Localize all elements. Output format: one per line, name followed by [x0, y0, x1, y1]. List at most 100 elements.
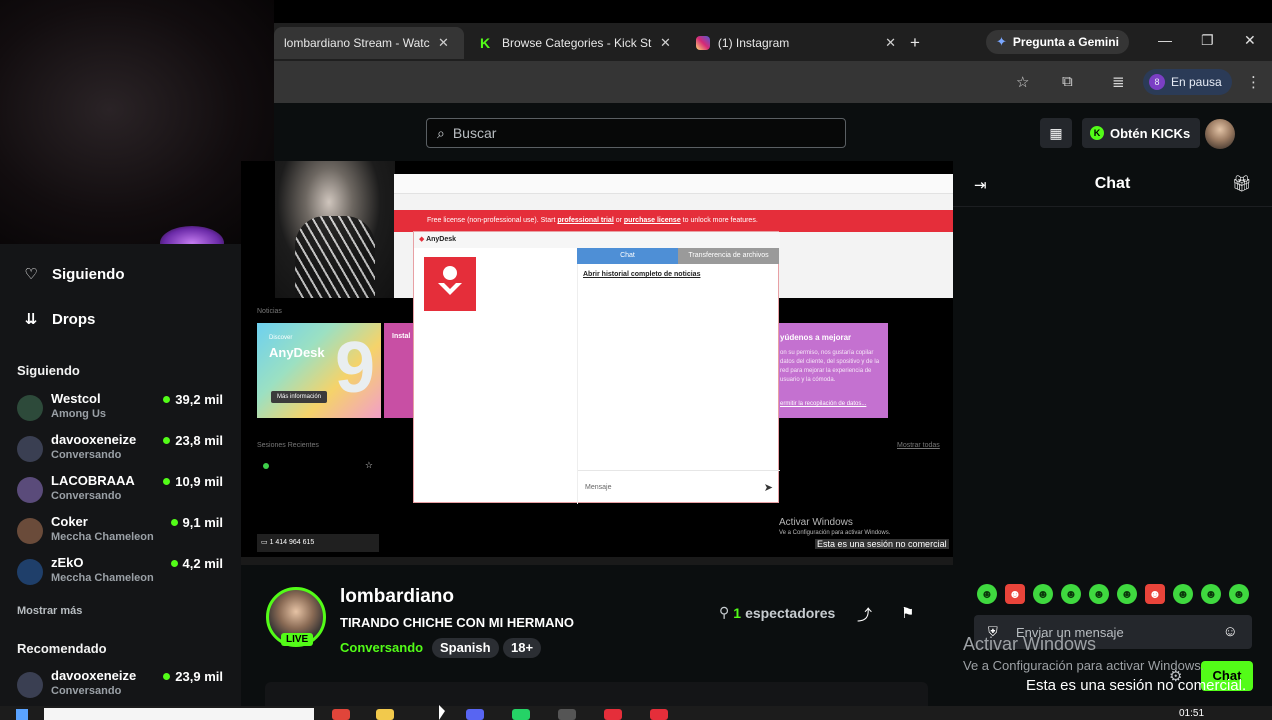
close-window-icon[interactable]: ✕ — [1244, 32, 1256, 49]
new-tab-button[interactable]: + — [910, 33, 920, 53]
tab-title: lombardiano Stream - Watch l — [284, 36, 430, 50]
promo-link[interactable]: ermitir la recopilación de datos... — [780, 401, 866, 407]
media-controls-icon[interactable]: ≣ — [1112, 73, 1125, 91]
following-heading: Siguiendo — [17, 363, 80, 378]
anydesk-titlebar — [394, 174, 953, 194]
card-number: 9 — [334, 328, 375, 408]
send-icon[interactable]: ➤ — [764, 481, 773, 494]
channel-item[interactable]: Westcol Among Us 39,2 mil — [17, 391, 227, 427]
gift-icon[interactable]: 🎁︎ — [1232, 174, 1252, 194]
tab-title: Browse Categories - Kick Strea — [502, 36, 652, 50]
close-icon[interactable]: ✕ — [660, 35, 671, 51]
kicks-label: Obtén KICKs — [1110, 125, 1191, 141]
channel-item[interactable]: Coker Meccha Chameleon 9,1 mil — [17, 514, 227, 550]
banner-link[interactable]: professional trial — [557, 217, 613, 224]
taskbar-search[interactable] — [44, 708, 314, 720]
search-icon: ⌕ — [437, 124, 445, 141]
sidebar-item-drops[interactable]: ⇊ Drops — [22, 310, 96, 329]
channel-name: davooxeneize — [51, 432, 137, 447]
sidebar-item-following[interactable]: ♡ Siguiendo — [22, 265, 125, 284]
tag-language[interactable]: Spanish — [432, 638, 499, 658]
profile-paused-button[interactable]: 8 En pausa — [1143, 69, 1232, 95]
search-input[interactable]: ⌕ Buscar — [426, 118, 846, 148]
emote-icon[interactable]: ☻ — [1089, 584, 1109, 604]
emote-icon[interactable]: ☻ — [1145, 584, 1165, 604]
gemini-icon: ✦ — [996, 34, 1007, 49]
video-player[interactable]: Free license (non-professional use). Sta… — [241, 161, 953, 565]
kick-icon: K — [480, 36, 494, 50]
close-icon[interactable]: ✕ — [438, 35, 449, 51]
extensions-icon[interactable]: ⧉ — [1062, 73, 1073, 90]
tab-lombardiano[interactable]: lombardiano Stream - Watch l ✕ — [274, 27, 464, 59]
avatar — [17, 436, 43, 462]
tab-instagram[interactable]: (1) Instagram ✕ — [696, 27, 896, 59]
share-icon[interactable]: ⤴ — [857, 604, 872, 625]
channel-name: zEkO — [51, 555, 84, 570]
more-info-button[interactable]: Más información — [271, 391, 328, 403]
collapse-chat-icon[interactable]: ⇥ — [974, 176, 987, 194]
live-badge: LIVE — [281, 633, 314, 646]
emote-icon[interactable]: ☻ — [1061, 584, 1081, 604]
inner-taskbar — [241, 557, 953, 565]
obs-icon[interactable] — [558, 709, 576, 720]
emote-icon[interactable]: ☻ — [1201, 584, 1221, 604]
chat-title: Chat — [1094, 175, 1131, 192]
webcam-overlay — [0, 0, 274, 260]
banner-link[interactable]: purchase license — [624, 217, 681, 224]
anydesk-chat-dialog: ◆ AnyDesk Chat Transferencia de archivos… — [413, 231, 780, 504]
favorite-star-icon[interactable]: ☆ — [365, 460, 373, 471]
emote-icon[interactable]: ☻ — [977, 584, 997, 604]
emote-icon[interactable]: ☻ — [1005, 584, 1025, 604]
emote-icon[interactable]: ☻ — [1173, 584, 1193, 604]
channel-category: Conversando — [51, 449, 122, 461]
show-all-link[interactable]: Mostrar todas — [897, 442, 940, 449]
recent-session-tile[interactable]: ☆ ▭ 1 414 964 615 — [257, 458, 379, 552]
gemini-button[interactable]: ✦ Pregunta a Gemini — [986, 30, 1129, 54]
sidebar-item-label: Siguiendo — [52, 265, 125, 283]
profile-avatar: 8 — [1149, 74, 1165, 90]
discord-icon[interactable] — [466, 709, 484, 720]
tab-kick-browse[interactable]: K Browse Categories - Kick Strea ✕ — [480, 27, 680, 59]
restore-icon[interactable]: ❐ — [1201, 32, 1214, 49]
explorer-icon[interactable] — [376, 709, 394, 720]
streamer-name[interactable]: lombardiano — [340, 586, 454, 608]
channel-item[interactable]: zEkO Meccha Chameleon 4,2 mil — [17, 555, 227, 591]
viewer-count-text: 4,2 mil — [182, 556, 223, 571]
banner-text: or — [615, 217, 622, 224]
whatsapp-icon[interactable] — [512, 709, 530, 720]
viewers-number: 1 — [733, 604, 742, 621]
search-placeholder: Buscar — [452, 125, 497, 141]
emote-icon[interactable]: ☻ — [1117, 584, 1137, 604]
channel-item[interactable]: davooxeneize Conversando 23,8 mil — [17, 432, 227, 468]
windows-start-icon[interactable] — [16, 709, 28, 720]
channel-item[interactable]: davooxeneize Conversando 23,9 mil — [17, 668, 227, 704]
history-link[interactable]: Abrir historial completo de noticias — [583, 271, 700, 278]
tag-age[interactable]: 18+ — [503, 638, 542, 658]
stream-category[interactable]: Conversando — [340, 640, 423, 655]
emote-icon[interactable]: ☻ — [1033, 584, 1053, 604]
chrome-icon[interactable] — [332, 709, 350, 720]
show-more-link[interactable]: Mostrar más — [17, 605, 82, 617]
tab-chat[interactable]: Chat — [577, 248, 678, 264]
user-avatar[interactable] — [1205, 119, 1235, 149]
clip-icon[interactable]: ⚑ — [901, 604, 914, 622]
channel-item[interactable]: LACOBRAAA Conversando 10,9 mil — [17, 473, 227, 509]
dialog-title: ◆ AnyDesk — [414, 232, 780, 248]
browser-menu-icon[interactable]: ⋮ — [1246, 73, 1261, 91]
profile-label: En pausa — [1171, 75, 1222, 89]
app-icon[interactable] — [650, 709, 668, 720]
live-dot-icon — [163, 673, 171, 680]
anydesk-icon[interactable] — [604, 709, 622, 720]
bookmark-star-icon[interactable]: ☆ — [1016, 73, 1029, 91]
channel-category: Conversando — [51, 490, 122, 502]
user-download-icon — [438, 266, 462, 295]
channel-category: Conversando — [51, 685, 122, 697]
emote-icon[interactable]: ☻ — [1229, 584, 1249, 604]
tab-file-transfer[interactable]: Transferencia de archivos — [678, 248, 779, 264]
minimize-icon[interactable]: — — [1158, 32, 1172, 48]
emoji-icon[interactable]: ☺ — [1223, 623, 1238, 640]
library-icon[interactable]: ▦ — [1040, 118, 1072, 148]
get-kicks-button[interactable]: K Obtén KICKs — [1082, 118, 1201, 148]
message-input[interactable]: Mensaje — [578, 470, 780, 504]
close-icon[interactable]: ✕ — [885, 35, 896, 51]
